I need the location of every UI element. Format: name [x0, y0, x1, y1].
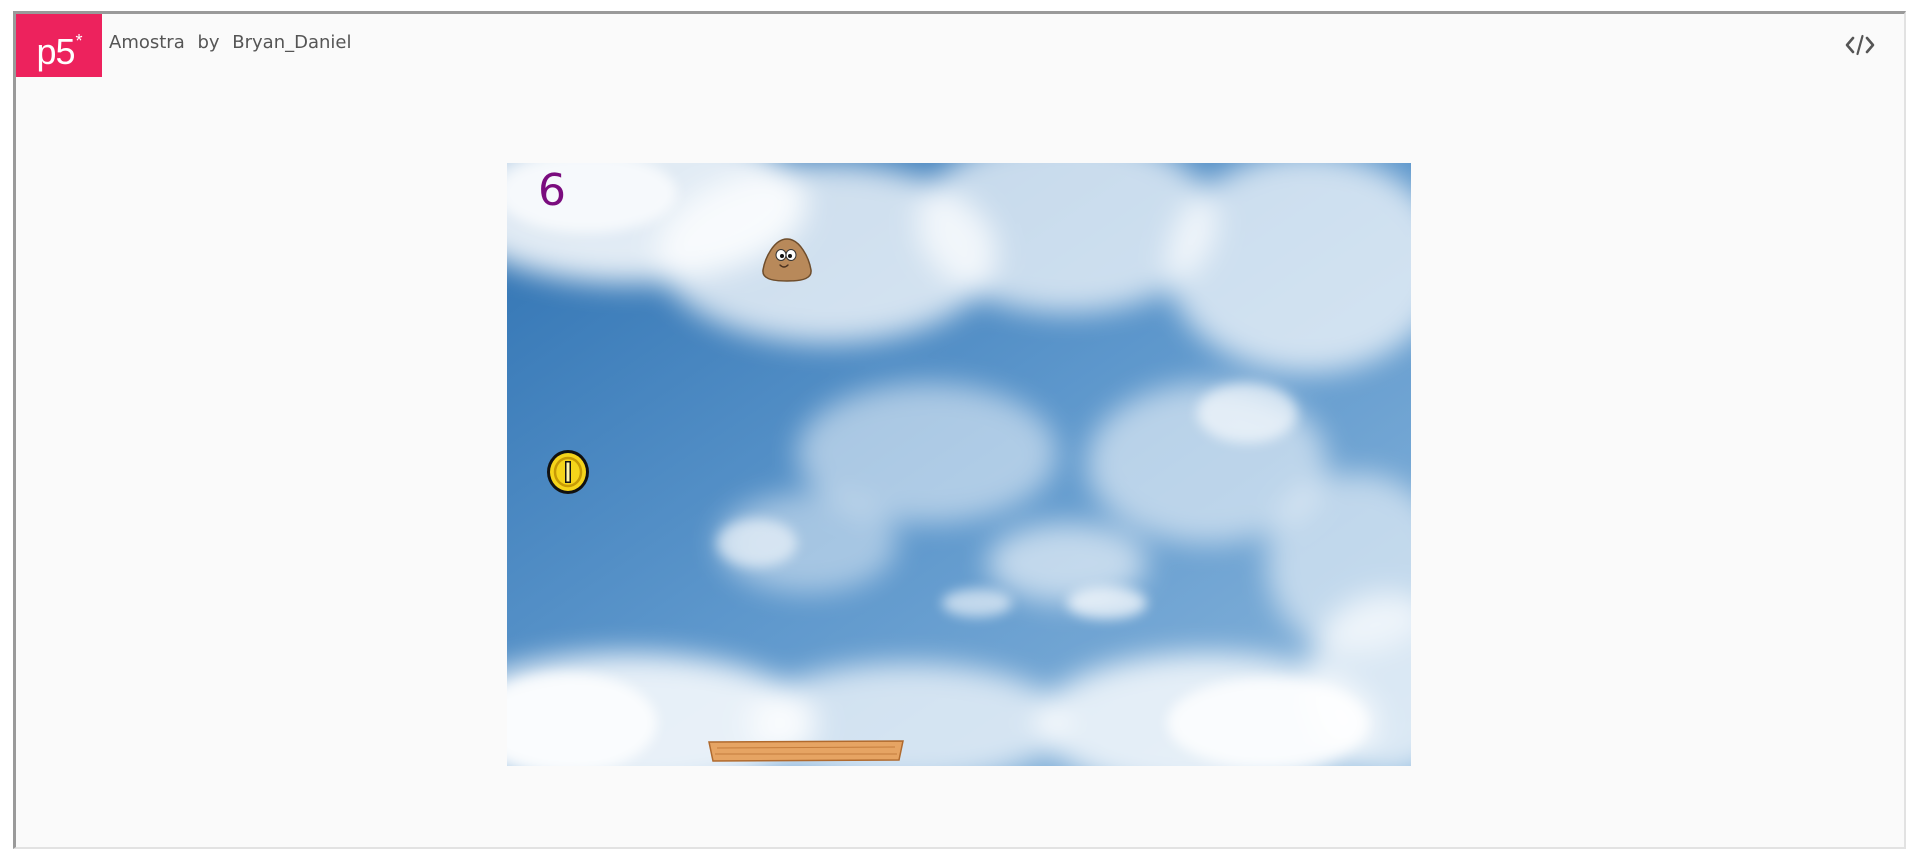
- sketch-frame: p5* Amostra by Bryan_Daniel 6: [13, 11, 1906, 849]
- logo-asterisk: *: [75, 31, 83, 51]
- wooden-platform-sprite[interactable]: [707, 739, 905, 763]
- gold-coin-sprite: [547, 450, 589, 494]
- sketch-title: Amostra by Bryan_Daniel: [109, 32, 359, 53]
- pou-character-sprite: [762, 238, 812, 282]
- p5-logo[interactable]: p5*: [16, 14, 102, 77]
- sketch-name[interactable]: Amostra: [109, 32, 185, 53]
- score-display: 6: [538, 165, 566, 216]
- code-icon: [1845, 34, 1875, 56]
- logo-text: p5: [36, 31, 75, 72]
- author-link[interactable]: Bryan_Daniel: [232, 32, 351, 53]
- game-canvas[interactable]: 6: [507, 163, 1411, 766]
- sky-background: [507, 163, 1411, 766]
- view-code-button[interactable]: [1844, 32, 1876, 58]
- by-label: by: [197, 32, 220, 53]
